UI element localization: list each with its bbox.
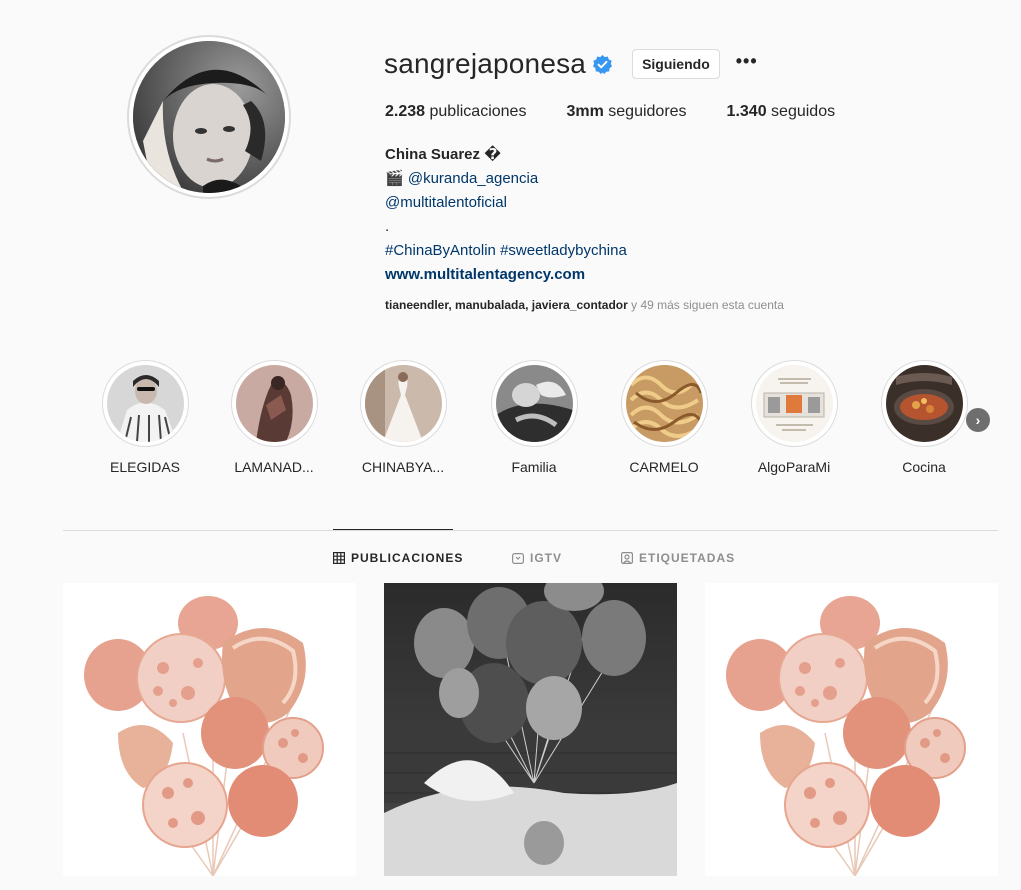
followed-by-text[interactable]: tianeendler, manubalada, javiera_contado… bbox=[385, 298, 784, 312]
posts-label: publicaciones bbox=[429, 103, 527, 120]
tab-igtv[interactable]: IGTV bbox=[512, 549, 562, 567]
following-label: seguidos bbox=[771, 103, 836, 120]
highlight-familia[interactable]: Familia bbox=[484, 360, 584, 475]
avatar[interactable] bbox=[133, 41, 285, 193]
post-thumbnail[interactable] bbox=[705, 583, 998, 876]
profile-avatar-ring[interactable] bbox=[127, 35, 291, 199]
stat-posts: 2.238 publicaciones bbox=[385, 103, 526, 121]
highlight-cocina[interactable]: Cocina bbox=[874, 360, 974, 475]
highlight-label: CHINABYA... bbox=[361, 459, 445, 475]
followers-count: 3mm bbox=[566, 103, 604, 120]
highlight-label: Familia bbox=[511, 459, 557, 475]
post-thumbnail[interactable] bbox=[63, 583, 356, 876]
highlight-cover bbox=[625, 365, 703, 442]
tab-tagged[interactable]: ETIQUETADAS bbox=[621, 549, 735, 567]
highlight-carmelo[interactable]: CARMELO bbox=[614, 360, 714, 475]
clapperboard-icon: 🎬 bbox=[385, 170, 404, 187]
tab-posts-label: PUBLICACIONES bbox=[351, 551, 464, 565]
highlight-label: AlgoParaMi bbox=[757, 459, 831, 475]
stat-followers[interactable]: 3mm seguidores bbox=[566, 103, 686, 121]
following-button[interactable]: Siguiendo bbox=[632, 49, 720, 79]
profile-header-row: sangrejaponesa Siguiendo ••• bbox=[384, 44, 758, 84]
followed-by-rest: y 49 más siguen esta cuenta bbox=[631, 298, 784, 312]
highlight-label: Cocina bbox=[902, 459, 946, 475]
story-highlights: ELEGIDAS LAMANAD... CHINABYA... Familia … bbox=[100, 360, 980, 480]
highlight-lamanada[interactable]: LAMANAD... bbox=[224, 360, 324, 475]
highlight-cover bbox=[106, 365, 184, 442]
tabs-divider bbox=[63, 530, 998, 531]
tab-posts[interactable]: PUBLICACIONES bbox=[333, 549, 463, 567]
active-tab-indicator bbox=[333, 529, 453, 530]
profile-username: sangrejaponesa bbox=[384, 48, 587, 79]
post-thumbnail[interactable] bbox=[384, 583, 677, 876]
link-multitalentoficial[interactable]: @multitalentoficial bbox=[385, 194, 507, 211]
bio-hashtags[interactable]: #ChinaByAntolin #sweetladybychina bbox=[385, 239, 805, 263]
posts-count: 2.238 bbox=[385, 103, 426, 120]
highlight-label: ELEGIDAS bbox=[109, 459, 181, 475]
link-kuranda-agencia[interactable]: @kuranda_agencia bbox=[408, 170, 538, 187]
more-options-icon[interactable]: ••• bbox=[736, 52, 758, 76]
highlight-label: CARMELO bbox=[629, 459, 699, 475]
highlight-cover bbox=[235, 365, 313, 442]
profile-full-name: China Suarez � bbox=[385, 146, 501, 163]
highlights-next-button[interactable]: › bbox=[966, 408, 990, 432]
highlight-cover bbox=[885, 365, 963, 442]
followed-by-user-1[interactable]: tianeendler bbox=[385, 298, 448, 312]
highlight-cover bbox=[495, 365, 573, 442]
bio-line-agency: 🎬 @kuranda_agencia bbox=[385, 167, 805, 191]
profile-stats: 2.238 publicaciones 3mm seguidores 1.340… bbox=[385, 103, 875, 121]
igtv-icon bbox=[512, 552, 525, 565]
tagged-user-icon bbox=[621, 552, 634, 565]
following-count: 1.340 bbox=[726, 103, 767, 120]
stat-following[interactable]: 1.340 seguidos bbox=[727, 103, 836, 121]
followed-by-user-3[interactable]: javiera_contador bbox=[532, 298, 628, 312]
highlight-cover bbox=[755, 365, 833, 442]
tab-igtv-label: IGTV bbox=[530, 551, 563, 565]
verified-badge-icon bbox=[593, 54, 613, 74]
grid-icon bbox=[333, 552, 346, 565]
highlight-elegidas[interactable]: ELEGIDAS bbox=[95, 360, 195, 475]
followed-by-user-2[interactable]: manubalada bbox=[455, 298, 525, 312]
profile-bio: China Suarez � 🎬 @kuranda_agencia @multi… bbox=[385, 143, 805, 287]
followers-label: seguidores bbox=[608, 103, 687, 120]
highlight-label: LAMANAD... bbox=[234, 459, 314, 475]
highlight-chinabya[interactable]: CHINABYA... bbox=[353, 360, 453, 475]
bio-line-dot: . bbox=[385, 218, 390, 235]
highlight-algoparami[interactable]: AlgoParaMi bbox=[744, 360, 844, 475]
profile-website-link[interactable]: www.multitalentagency.com bbox=[385, 266, 585, 283]
tab-tagged-label: ETIQUETADAS bbox=[639, 551, 736, 565]
highlight-cover bbox=[364, 365, 442, 442]
